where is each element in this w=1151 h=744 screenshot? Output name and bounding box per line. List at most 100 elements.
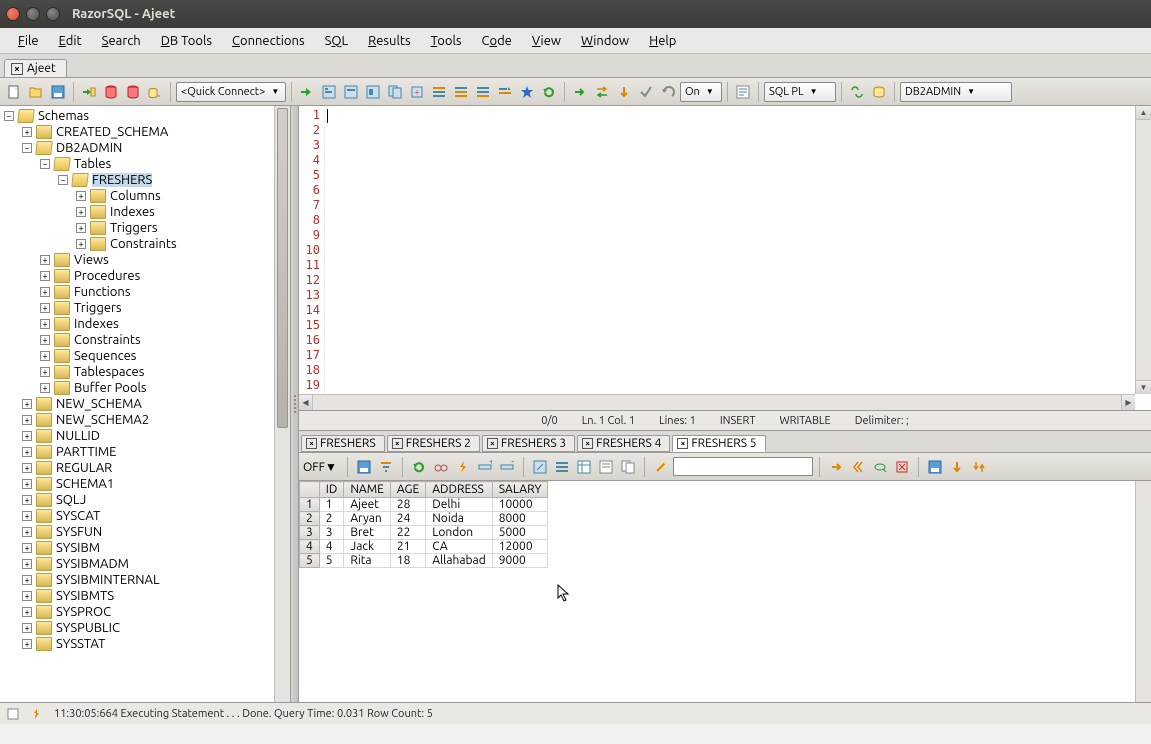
tree-node[interactable]: −Schemas [0, 108, 290, 124]
close-icon[interactable]: × [11, 63, 23, 75]
tree-node[interactable]: +Triggers [0, 220, 290, 236]
cell[interactable]: 9000 [492, 554, 548, 568]
sql-icon-2[interactable] [341, 82, 361, 102]
tree-node[interactable]: +Views [0, 252, 290, 268]
tree-node[interactable]: −Tables [0, 156, 290, 172]
tree-node[interactable]: +SYSIBMTS [0, 588, 290, 604]
off-combo[interactable]: OFF▼ [303, 460, 341, 474]
tree-node[interactable]: +SYSIBM [0, 540, 290, 556]
expand-icon[interactable]: − [22, 143, 32, 153]
tree-node[interactable]: +Buffer Pools [0, 380, 290, 396]
column-header[interactable]: ADDRESS [426, 482, 493, 498]
sidebar-scrollbar[interactable] [274, 106, 290, 702]
cell[interactable]: 2 [319, 512, 344, 526]
copy-data-icon[interactable] [618, 457, 638, 477]
nav-arrow-right-icon[interactable] [570, 82, 590, 102]
menu-code[interactable]: Code [472, 34, 522, 48]
cell[interactable]: 21 [390, 540, 425, 554]
sql-icon-1[interactable] [319, 82, 339, 102]
menu-help[interactable]: Help [639, 34, 686, 48]
cell[interactable]: 1 [319, 498, 344, 512]
add-row-icon[interactable]: + [475, 457, 495, 477]
db-icon-2[interactable] [123, 82, 143, 102]
profile-combo[interactable]: DB2ADMIN▼ [900, 82, 1012, 102]
window-maximize-button[interactable] [46, 7, 60, 21]
expand-icon[interactable]: + [40, 255, 50, 265]
code-editor[interactable]: 1234567891011121314151617181920 ▲▼ ◀▶ [299, 106, 1151, 411]
lines-icon-3[interactable] [473, 82, 493, 102]
undo-icon[interactable] [658, 82, 678, 102]
tree-node[interactable]: +SCHEMA1 [0, 476, 290, 492]
tree-node[interactable]: +Procedures [0, 268, 290, 284]
tree-node[interactable]: +SYSPROC [0, 604, 290, 620]
cell[interactable]: Ajeet [344, 498, 391, 512]
save-all-icon[interactable] [925, 457, 945, 477]
star-icon[interactable] [517, 82, 537, 102]
down-icon[interactable] [947, 457, 967, 477]
tree-node[interactable]: +Constraints [0, 332, 290, 348]
expand-icon[interactable]: + [22, 559, 32, 569]
bolt-icon[interactable] [453, 457, 473, 477]
expand-icon[interactable]: + [22, 511, 32, 521]
cell[interactable]: Bret [344, 526, 391, 540]
menu-sql[interactable]: SQL [315, 34, 359, 48]
filetab-ajeet[interactable]: × Ajeet [4, 59, 67, 77]
check-icon[interactable] [636, 82, 656, 102]
expand-icon[interactable]: + [40, 319, 50, 329]
close-icon[interactable]: × [677, 438, 688, 449]
tree-node[interactable]: +SYSIBMADM [0, 556, 290, 572]
close-icon[interactable]: × [582, 438, 593, 449]
expand-icon[interactable]: + [22, 479, 32, 489]
filter-icon[interactable] [376, 457, 396, 477]
tree-node[interactable]: +SYSFUN [0, 524, 290, 540]
expand-icon[interactable]: + [40, 303, 50, 313]
expand-icon[interactable]: + [22, 591, 32, 601]
cell[interactable]: 5 [319, 554, 344, 568]
cell[interactable]: Rita [344, 554, 391, 568]
nav-next-icon[interactable] [848, 457, 868, 477]
menu-window[interactable]: Window [571, 34, 639, 48]
save-result-icon[interactable] [354, 457, 374, 477]
result-tab[interactable]: ×FRESHERS 4 [577, 435, 670, 452]
cell[interactable]: 8000 [492, 512, 548, 526]
expand-icon[interactable]: + [40, 383, 50, 393]
export-icon-1[interactable] [530, 457, 550, 477]
connect-icon[interactable] [79, 82, 99, 102]
result-tab[interactable]: ×FRESHERS 2 [387, 435, 480, 452]
cell[interactable]: 12000 [492, 540, 548, 554]
cell[interactable]: 5000 [492, 526, 548, 540]
expand-icon[interactable]: + [22, 639, 32, 649]
del-row-icon[interactable]: − [497, 457, 517, 477]
expand-icon[interactable]: + [22, 543, 32, 553]
tree-node[interactable]: +SYSSTAT [0, 636, 290, 652]
nav-prev-icon[interactable] [870, 457, 890, 477]
close-icon[interactable]: × [487, 438, 498, 449]
open-file-icon[interactable] [26, 82, 46, 102]
link-icon-2[interactable] [869, 82, 889, 102]
menu-view[interactable]: View [522, 34, 571, 48]
nav-arrow-down-icon[interactable] [614, 82, 634, 102]
result-tab[interactable]: ×FRESHERS [301, 435, 385, 452]
result-scrollbar[interactable] [1135, 481, 1151, 702]
expand-icon[interactable]: + [76, 191, 86, 201]
nav-arrow-swap-icon[interactable] [592, 82, 612, 102]
expand-icon[interactable]: + [22, 431, 32, 441]
expand-icon[interactable]: + [40, 335, 50, 345]
tree-node[interactable]: +SYSPUBLIC [0, 620, 290, 636]
window-close-button[interactable] [6, 7, 20, 21]
tree-node[interactable]: +CREATED_SCHEMA [0, 124, 290, 140]
expand-icon[interactable]: + [22, 575, 32, 585]
expand-icon[interactable]: + [22, 623, 32, 633]
menu-search[interactable]: Search [92, 34, 151, 48]
cell[interactable]: Aryan [344, 512, 391, 526]
editor-vscroll[interactable]: ▲▼ [1135, 106, 1151, 394]
expand-icon[interactable]: + [76, 239, 86, 249]
link-icon-1[interactable] [847, 82, 867, 102]
cell[interactable]: 18 [390, 554, 425, 568]
tree-node[interactable]: +Indexes [0, 316, 290, 332]
cell[interactable]: 4 [319, 540, 344, 554]
row-header[interactable]: 4 [300, 540, 320, 554]
new-file-icon[interactable] [4, 82, 24, 102]
tree-node[interactable]: +Sequences [0, 348, 290, 364]
export-icon-4[interactable] [596, 457, 616, 477]
